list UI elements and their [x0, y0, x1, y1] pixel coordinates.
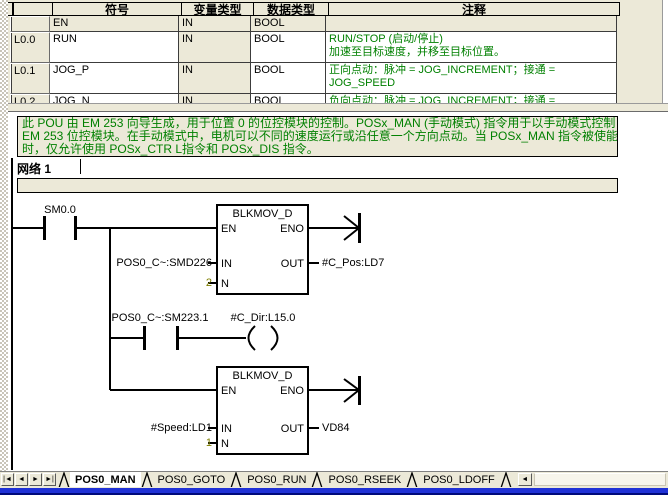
block-title: BLKMOV_D — [218, 370, 307, 382]
cell-data-type[interactable]: BOOL — [251, 94, 326, 103]
pin-label-eno: ENO — [280, 385, 304, 397]
comment-line: 加速至目标速度，并移至目标位置。 — [329, 46, 613, 59]
ladder-wiring-canvas — [8, 112, 668, 471]
table-row: EN IN BOOL — [8, 16, 662, 32]
cell-symbol[interactable]: RUN — [50, 32, 179, 63]
comment-line: RUN/STOP (启动/停止) — [329, 33, 613, 46]
block1-in-operand[interactable]: POS0_C~:SMD226 — [116, 257, 212, 269]
block2-in-operand[interactable]: #Speed:LD1 — [151, 422, 212, 434]
contact-icon[interactable] — [145, 326, 178, 350]
cell-comment[interactable]: RUN/STOP (启动/停止)加速至目标速度，并移至目标位置。 — [326, 32, 617, 63]
blkmov-d-block-2[interactable]: BLKMOV_D EN ENO IN N OUT — [216, 366, 309, 455]
cell-symbol[interactable]: JOG_N — [50, 94, 179, 103]
tab-divider — [230, 472, 242, 488]
coil-icon[interactable] — [249, 326, 278, 350]
cell-data-type[interactable]: BOOL — [251, 32, 326, 63]
comment-line: 正向点动：脉冲 = JOG_INCREMENT；接通 = — [329, 64, 613, 77]
cell-var-type[interactable]: IN — [179, 63, 251, 94]
header-data-type: 数据类型 — [254, 2, 329, 16]
tab-divider — [58, 472, 70, 488]
table-header-row: 符号 变量类型 数据类型 注释 — [8, 2, 662, 16]
tab-divider — [500, 472, 512, 488]
local-variable-table: 符号 变量类型 数据类型 注释 EN IN BOOL L0.0 RUN IN B… — [8, 2, 662, 103]
tab-pos0-man[interactable]: POS0_MAN — [70, 472, 141, 487]
window-bottom-edge — [0, 487, 668, 495]
contact2-operand[interactable]: POS0_C~:SM223.1 — [112, 312, 209, 324]
pin-label-en: EN — [221, 385, 236, 397]
plc-editor-window: 符号 变量类型 数据类型 注释 EN IN BOOL L0.0 RUN IN B… — [0, 0, 668, 495]
cell-comment[interactable] — [326, 16, 617, 32]
block1-n-operand[interactable]: 2 — [206, 277, 212, 289]
scroll-left-button[interactable]: ◄ — [518, 473, 532, 486]
tab-pos0-rseek[interactable]: POS0_RSEEK — [323, 472, 406, 487]
pin-label-out: OUT — [281, 258, 304, 270]
prev-tab-button[interactable]: ◄ — [15, 473, 28, 486]
first-tab-button[interactable]: |◄ — [1, 473, 14, 486]
header-var-type: 变量类型 — [182, 2, 254, 16]
pin-label-en: EN — [221, 223, 236, 235]
cell-var-type[interactable]: IN — [179, 16, 251, 32]
header-symbol: 符号 — [53, 2, 182, 16]
tab-pos0-ldoff[interactable]: POS0_LDOFF — [418, 472, 500, 487]
cell-var-type[interactable]: IN — [179, 32, 251, 63]
cell-data-type[interactable]: BOOL — [251, 16, 326, 32]
pin-label-in: IN — [221, 423, 232, 435]
table-right-gutter — [662, 0, 668, 103]
cell-address[interactable]: L0.0 — [10, 32, 50, 63]
tab-pos0-run[interactable]: POS0_RUN — [242, 472, 311, 487]
blkmov-d-block-1[interactable]: BLKMOV_D EN ENO IN N OUT — [216, 204, 309, 295]
contact1-operand[interactable]: SM0.0 — [44, 204, 76, 216]
subroutine-tab-bar: |◄ ◄ ► ►| POS0_MAN POS0_GOTO POS0_RUN PO… — [0, 471, 668, 487]
cell-address[interactable]: L0.2 — [10, 94, 50, 103]
tab-divider — [141, 472, 153, 488]
last-tab-button[interactable]: ►| — [43, 473, 56, 486]
pin-label-n: N — [221, 438, 229, 450]
tab-divider — [406, 472, 418, 488]
table-row: L0.2 JOG_N IN BOOL 负向点动：脉冲 = JOG_INCREME… — [8, 94, 662, 103]
pin-label-in: IN — [221, 258, 232, 270]
header-comment: 注释 — [329, 2, 620, 16]
cell-comment[interactable]: 负向点动：脉冲 = JOG_INCREMENT；接通 = — [326, 94, 617, 103]
tab-strip: POS0_MAN POS0_GOTO POS0_RUN POS0_RSEEK P… — [58, 472, 512, 487]
cell-var-type[interactable]: IN — [179, 94, 251, 103]
tab-pos0-goto[interactable]: POS0_GOTO — [153, 472, 231, 487]
header-address — [13, 2, 53, 16]
block2-n-operand[interactable]: 1 — [206, 437, 212, 449]
cell-comment[interactable]: 正向点动：脉冲 = JOG_INCREMENT；接通 =JOG_SPEED — [326, 63, 617, 94]
pin-label-eno: ENO — [280, 223, 304, 235]
cell-data-type[interactable]: BOOL — [251, 63, 326, 94]
horizontal-scrollbar-track[interactable] — [534, 473, 666, 486]
cell-symbol[interactable]: EN — [50, 16, 179, 32]
cell-symbol[interactable]: JOG_P — [50, 63, 179, 94]
cell-address[interactable]: L0.1 — [10, 63, 50, 94]
block1-out-operand[interactable]: #C_Pos:LD7 — [322, 257, 384, 269]
next-tab-button[interactable]: ► — [29, 473, 42, 486]
comment-line: JOG_SPEED — [329, 77, 613, 90]
pin-label-n: N — [221, 278, 229, 290]
coil-operand[interactable]: #C_Dir:L15.0 — [231, 312, 296, 324]
pane-splitter[interactable] — [8, 103, 668, 112]
table-row: L0.1 JOG_P IN BOOL 正向点动：脉冲 = JOG_INCREME… — [8, 63, 662, 94]
pin-label-out: OUT — [281, 423, 304, 435]
tab-divider — [311, 472, 323, 488]
block2-out-operand[interactable]: VD84 — [322, 422, 350, 434]
window-resize-strip — [0, 0, 8, 471]
cell-address[interactable] — [10, 16, 50, 32]
contact-icon[interactable] — [45, 216, 76, 240]
table-row: L0.0 RUN IN BOOL RUN/STOP (启动/停止)加速至目标速度… — [8, 32, 662, 63]
block-title: BLKMOV_D — [218, 208, 307, 220]
ladder-editor-view: 此 POU 由 EM 253 向导生成，用于位置 0 的位控模块的控制。POSx… — [8, 112, 668, 471]
